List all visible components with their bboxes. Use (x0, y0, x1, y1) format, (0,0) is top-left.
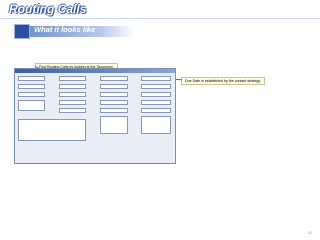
form-field[interactable] (141, 100, 171, 105)
form-field[interactable] (59, 100, 86, 105)
form-field[interactable] (100, 100, 128, 105)
form-field[interactable] (18, 92, 45, 97)
form-field[interactable] (18, 100, 45, 111)
title-rule (0, 18, 320, 19)
crm-screenshot (14, 68, 176, 164)
form-field[interactable] (59, 108, 86, 113)
subtitle-text: What it looks like (34, 25, 96, 34)
form-field[interactable] (18, 84, 45, 89)
form-field[interactable] (100, 92, 128, 97)
form-field[interactable] (100, 116, 128, 134)
section-icon (14, 24, 30, 39)
form-field[interactable] (141, 116, 171, 134)
form-field[interactable] (100, 76, 128, 81)
app-titlebar (15, 69, 175, 73)
form-field[interactable] (141, 76, 171, 81)
callout-due-date: Due Date is established by the contact s… (181, 77, 265, 85)
form-field[interactable] (141, 108, 171, 113)
form-field[interactable] (141, 84, 171, 89)
subtitle-banner: What it looks like (14, 22, 320, 39)
form-field[interactable] (100, 108, 128, 113)
form-field[interactable] (59, 76, 86, 81)
slide-title: Routing Calls (9, 2, 87, 16)
form-field[interactable] (59, 84, 86, 89)
form-field[interactable] (100, 84, 128, 89)
page-number: 31 (308, 231, 312, 235)
notes-field[interactable] (18, 119, 86, 141)
form-field[interactable] (59, 92, 86, 97)
form-field[interactable] (141, 92, 171, 97)
form-field[interactable] (18, 76, 45, 81)
